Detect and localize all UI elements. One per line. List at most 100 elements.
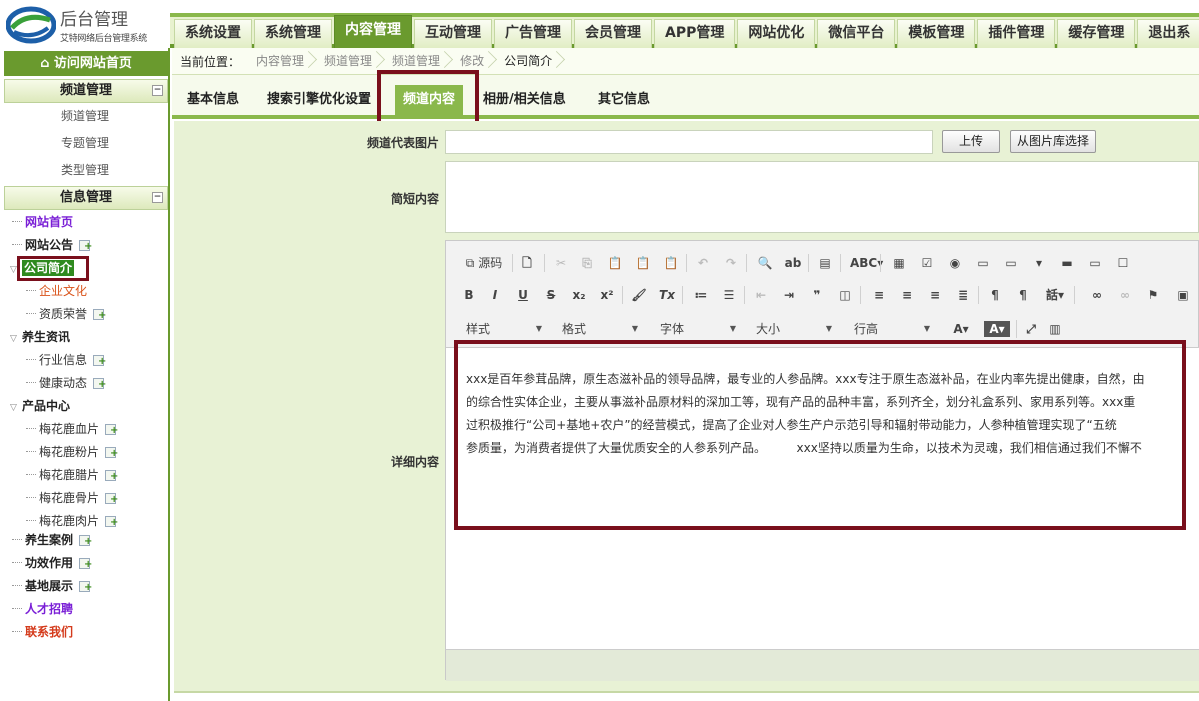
top-nav-item-system-manage[interactable]: 系统管理 [254,19,332,48]
italic-icon[interactable]: I [486,287,504,303]
cut-icon[interactable]: ✂ [552,255,570,271]
tree-node-home[interactable]: 网站首页 [12,211,73,233]
tab-basic-info[interactable]: 基本信息 [179,85,247,115]
add-icon[interactable] [105,447,118,458]
blockquote-icon[interactable]: ❞ [808,287,826,303]
paste-text-icon[interactable]: 📋 [634,255,652,271]
undo-icon[interactable]: ↶ [694,255,712,271]
tree-node-cases[interactable]: 养生案例 [12,529,92,551]
bg-color-icon[interactable]: A▾ [984,321,1010,337]
tree-node-effects[interactable]: 功效作用 [12,552,92,574]
underline-icon[interactable]: U [514,287,532,303]
align-center-icon[interactable]: ≡ [898,287,916,303]
breadcrumb-item[interactable]: 频道管理 [384,48,452,75]
add-icon[interactable] [105,470,118,481]
breadcrumb-item[interactable]: 内容管理 [248,48,316,75]
group-channel-manage[interactable]: 频道管理 − [4,79,168,103]
maximize-icon[interactable]: ⤢ [1022,321,1040,337]
top-nav-item-logout[interactable]: 退出系 [1137,19,1199,48]
add-icon[interactable] [79,535,92,546]
format-painter-icon[interactable]: 🖌 [630,287,648,303]
expand-arrow-icon[interactable]: ▽ [10,397,22,419]
size-select[interactable]: 大小 ▼ [750,320,836,338]
tree-node-product-4[interactable]: 梅花鹿骨片 [26,487,118,509]
form-icon[interactable]: ▦ [890,255,908,271]
language-icon[interactable]: 話▾ [1042,287,1068,303]
add-icon[interactable] [93,355,106,366]
bold-icon[interactable]: B [460,287,478,303]
checkbox-icon[interactable]: ☑ [918,255,936,271]
tree-node-honors[interactable]: 资质荣誉 [26,303,106,325]
add-icon[interactable] [105,424,118,435]
spellcheck-icon[interactable]: ABC▾ [850,255,883,271]
tree-node-health-dynamic[interactable]: 健康动态 [26,372,106,394]
top-nav-item-plugins[interactable]: 插件管理 [977,19,1056,48]
collapse-icon[interactable]: − [152,192,163,203]
tree-node-contact[interactable]: 联系我们 [12,621,73,643]
add-icon[interactable] [79,581,92,592]
top-nav-item-interaction[interactable]: 互动管理 [414,19,492,48]
tree-node-base[interactable]: 基地展示 [12,575,92,597]
select-all-icon[interactable]: ▤ [816,255,834,271]
breadcrumb-item[interactable]: 修改 [452,48,496,75]
redo-icon[interactable]: ↷ [722,255,740,271]
align-right-icon[interactable]: ≡ [926,287,944,303]
summary-textarea[interactable] [445,161,1199,233]
image-input[interactable] [445,130,933,154]
add-icon[interactable] [79,240,92,251]
top-nav-item-ads[interactable]: 广告管理 [494,19,572,48]
tree-node-product-2[interactable]: 梅花鹿粉片 [26,441,118,463]
top-nav-item-system-settings[interactable]: 系统设置 [174,19,252,48]
numbered-list-icon[interactable]: ≔ [692,287,710,303]
source-button[interactable]: ⧉ 源码 [460,255,508,271]
top-nav-item-cache[interactable]: 缓存管理 [1057,19,1136,48]
strike-icon[interactable]: S [542,287,560,303]
outdent-icon[interactable]: ⇤ [752,287,770,303]
add-icon[interactable] [105,516,118,527]
link-icon[interactable]: ∞ [1088,287,1106,303]
superscript-icon[interactable]: x² [598,287,616,303]
find-icon[interactable]: 🔍 [756,255,774,271]
textfield-icon[interactable]: ▭ [974,255,992,271]
gallery-button[interactable]: 从图片库选择 [1010,130,1096,153]
indent-icon[interactable]: ⇥ [780,287,798,303]
add-icon[interactable] [79,558,92,569]
button-icon[interactable]: ▬ [1058,255,1076,271]
editor-content-area[interactable]: xxx是百年参茸品牌，原生态滋补品的领导品牌，最专业的人参品牌。xxx专注于原生… [446,347,1199,649]
tree-node-product-3[interactable]: 梅花鹿腊片 [26,464,118,486]
justify-icon[interactable]: ≣ [954,287,972,303]
select-icon[interactable]: ▾ [1030,255,1048,271]
tree-node-industry-info[interactable]: 行业信息 [26,349,106,371]
align-left-icon[interactable]: ≡ [870,287,888,303]
tab-album[interactable]: 相册/相关信息 [475,85,574,115]
subscript-icon[interactable]: x₂ [570,287,588,303]
tree-node-jobs[interactable]: 人才招聘 [12,598,73,620]
add-icon[interactable] [93,378,106,389]
bulleted-list-icon[interactable]: ☰ [720,287,738,303]
sidebar-item-type-manage[interactable]: 类型管理 [0,157,170,184]
upload-button[interactable]: 上传 [942,130,1000,153]
tab-seo-settings[interactable]: 搜索引擎优化设置 [259,85,379,115]
font-select[interactable]: 字体 ▼ [654,320,740,338]
group-info-manage[interactable]: 信息管理 − [4,186,168,210]
add-icon[interactable] [105,493,118,504]
show-blocks-icon[interactable]: ▥ [1046,321,1064,337]
copy-icon[interactable]: ⎘ [578,255,596,271]
image-button-icon[interactable]: ▭ [1086,255,1104,271]
top-nav-item-content-manage[interactable]: 内容管理 [334,15,412,48]
new-page-icon[interactable]: 🗋 [518,255,536,271]
top-nav-item-members[interactable]: 会员管理 [574,19,652,48]
collapse-icon[interactable]: − [152,85,163,96]
replace-icon[interactable]: ab [784,255,802,271]
top-nav-item-templates[interactable]: 模板管理 [897,19,976,48]
format-select[interactable]: 格式 ▼ [556,320,642,338]
add-icon[interactable] [93,309,106,320]
tab-other-info[interactable]: 其它信息 [590,85,658,115]
expand-arrow-icon[interactable]: ▽ [10,328,22,350]
anchor-icon[interactable]: ⚑ [1144,287,1162,303]
line-height-select[interactable]: 行高 ▼ [848,320,934,338]
tree-node-health-news[interactable]: ▽ 养生资讯 [10,326,70,348]
rtl-icon[interactable]: ¶ [1014,287,1032,303]
text-color-icon[interactable]: A▾ [948,321,974,337]
tree-node-products[interactable]: ▽ 产品中心 [10,395,70,417]
